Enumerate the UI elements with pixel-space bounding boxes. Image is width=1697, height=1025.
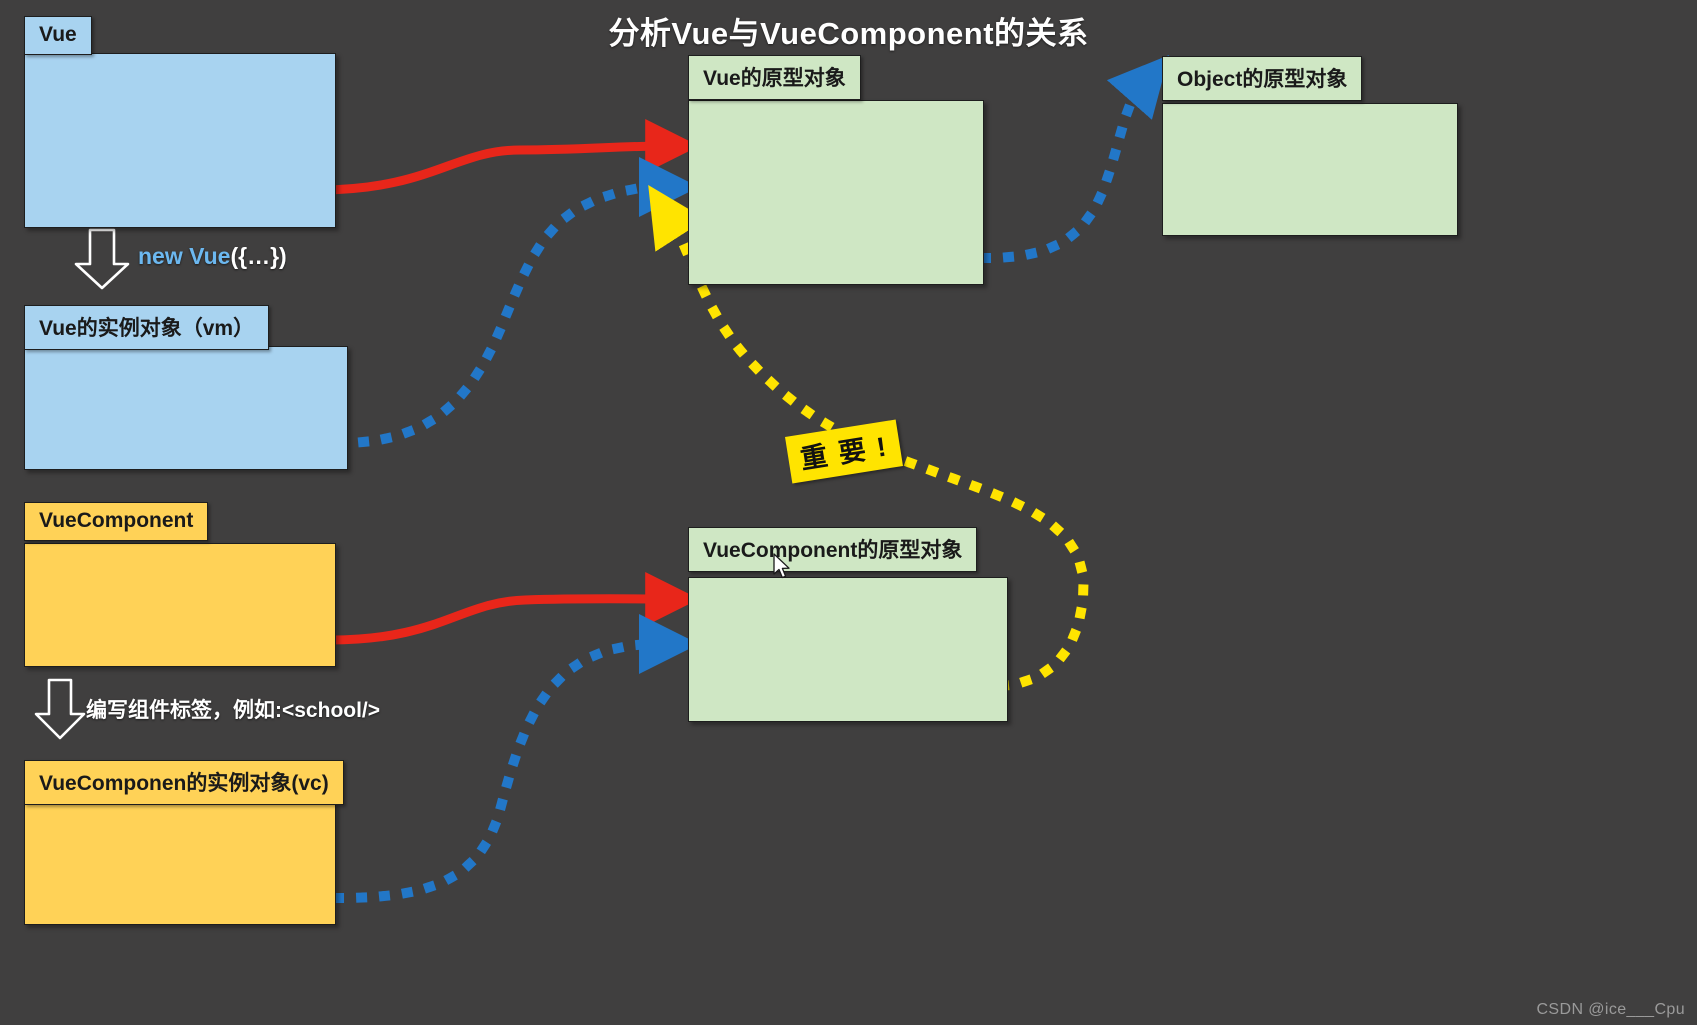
new-vue-label: new Vue({…}) (138, 243, 287, 270)
wire-vue-prototype-to-vue-proto-object (313, 119, 700, 195)
card-vuecomponent-body (24, 543, 336, 667)
card-vc-instance-body (24, 801, 336, 925)
card-vuecomponent-prototype-object-title: VueComponent的原型对象 (688, 527, 978, 572)
card-vc-instance-title: VueComponen的实例对象(vc) (24, 760, 344, 805)
card-vue-prototype-object: Vue的原型对象 $mount : function ( ) {…} $watc… (688, 55, 984, 285)
card-vue-instance-title: Vue的实例对象（vm） (24, 305, 270, 350)
diagram-canvas: 分析Vue与VueComponent的关系 Vue new Vue({…}) V… (0, 0, 1697, 1025)
csdn-watermark: CSDN @ice___Cpu (1536, 1001, 1685, 1018)
card-vue-instance: Vue的实例对象（vm） _data : { …} · · · · · · _ … (24, 305, 348, 470)
card-vuecomponent-title: VueComponent (24, 502, 209, 541)
card-object-prototype-object: Object的原型对象 toString : function ( ) {…} … (1162, 56, 1458, 236)
new-vue-down-arrow (72, 228, 132, 290)
wire-vc-proto-to-vc-proto-object (332, 614, 699, 904)
card-vue-prototype-object-title: Vue的原型对象 (688, 55, 861, 100)
write-tag-label: 编写组件标签，例如:<school/> (86, 699, 381, 722)
card-vue-instance-body (24, 346, 348, 470)
mouse-cursor-icon (773, 553, 793, 586)
card-vue-prototype-object-body (688, 100, 984, 285)
new-vue-label-prefix: new Vue (138, 243, 231, 269)
card-vue-body (24, 53, 336, 228)
card-object-prototype-object-body (1162, 103, 1458, 236)
card-vuecomponent-prototype-object-body (688, 577, 1008, 722)
wire-vm-proto-to-vue-proto-object (334, 157, 699, 449)
card-vuecomponent: VueComponent xxx : xxx · · · · · · proto… (24, 502, 336, 667)
write-tag-down-arrow (32, 678, 88, 740)
important-sticker: 重 要 ! (785, 419, 903, 484)
new-vue-label-suffix: ({…}) (230, 243, 287, 269)
card-object-prototype-object-title: Object的原型对象 (1162, 56, 1363, 101)
card-vue-title: Vue (24, 16, 92, 55)
wire-vue-proto-to-object-proto (979, 54, 1170, 264)
wire-vuecomponent-prototype-to-vc-proto-object (325, 571, 700, 645)
card-vue: Vue config : { …} component : function (… (24, 16, 336, 228)
card-vc-instance: VueComponen的实例对象(vc) _data : { …} · · · … (24, 760, 344, 925)
card-vuecomponent-prototype-object: VueComponent的原型对象 xxx : xxxx · · · · · ·… (688, 527, 1008, 722)
